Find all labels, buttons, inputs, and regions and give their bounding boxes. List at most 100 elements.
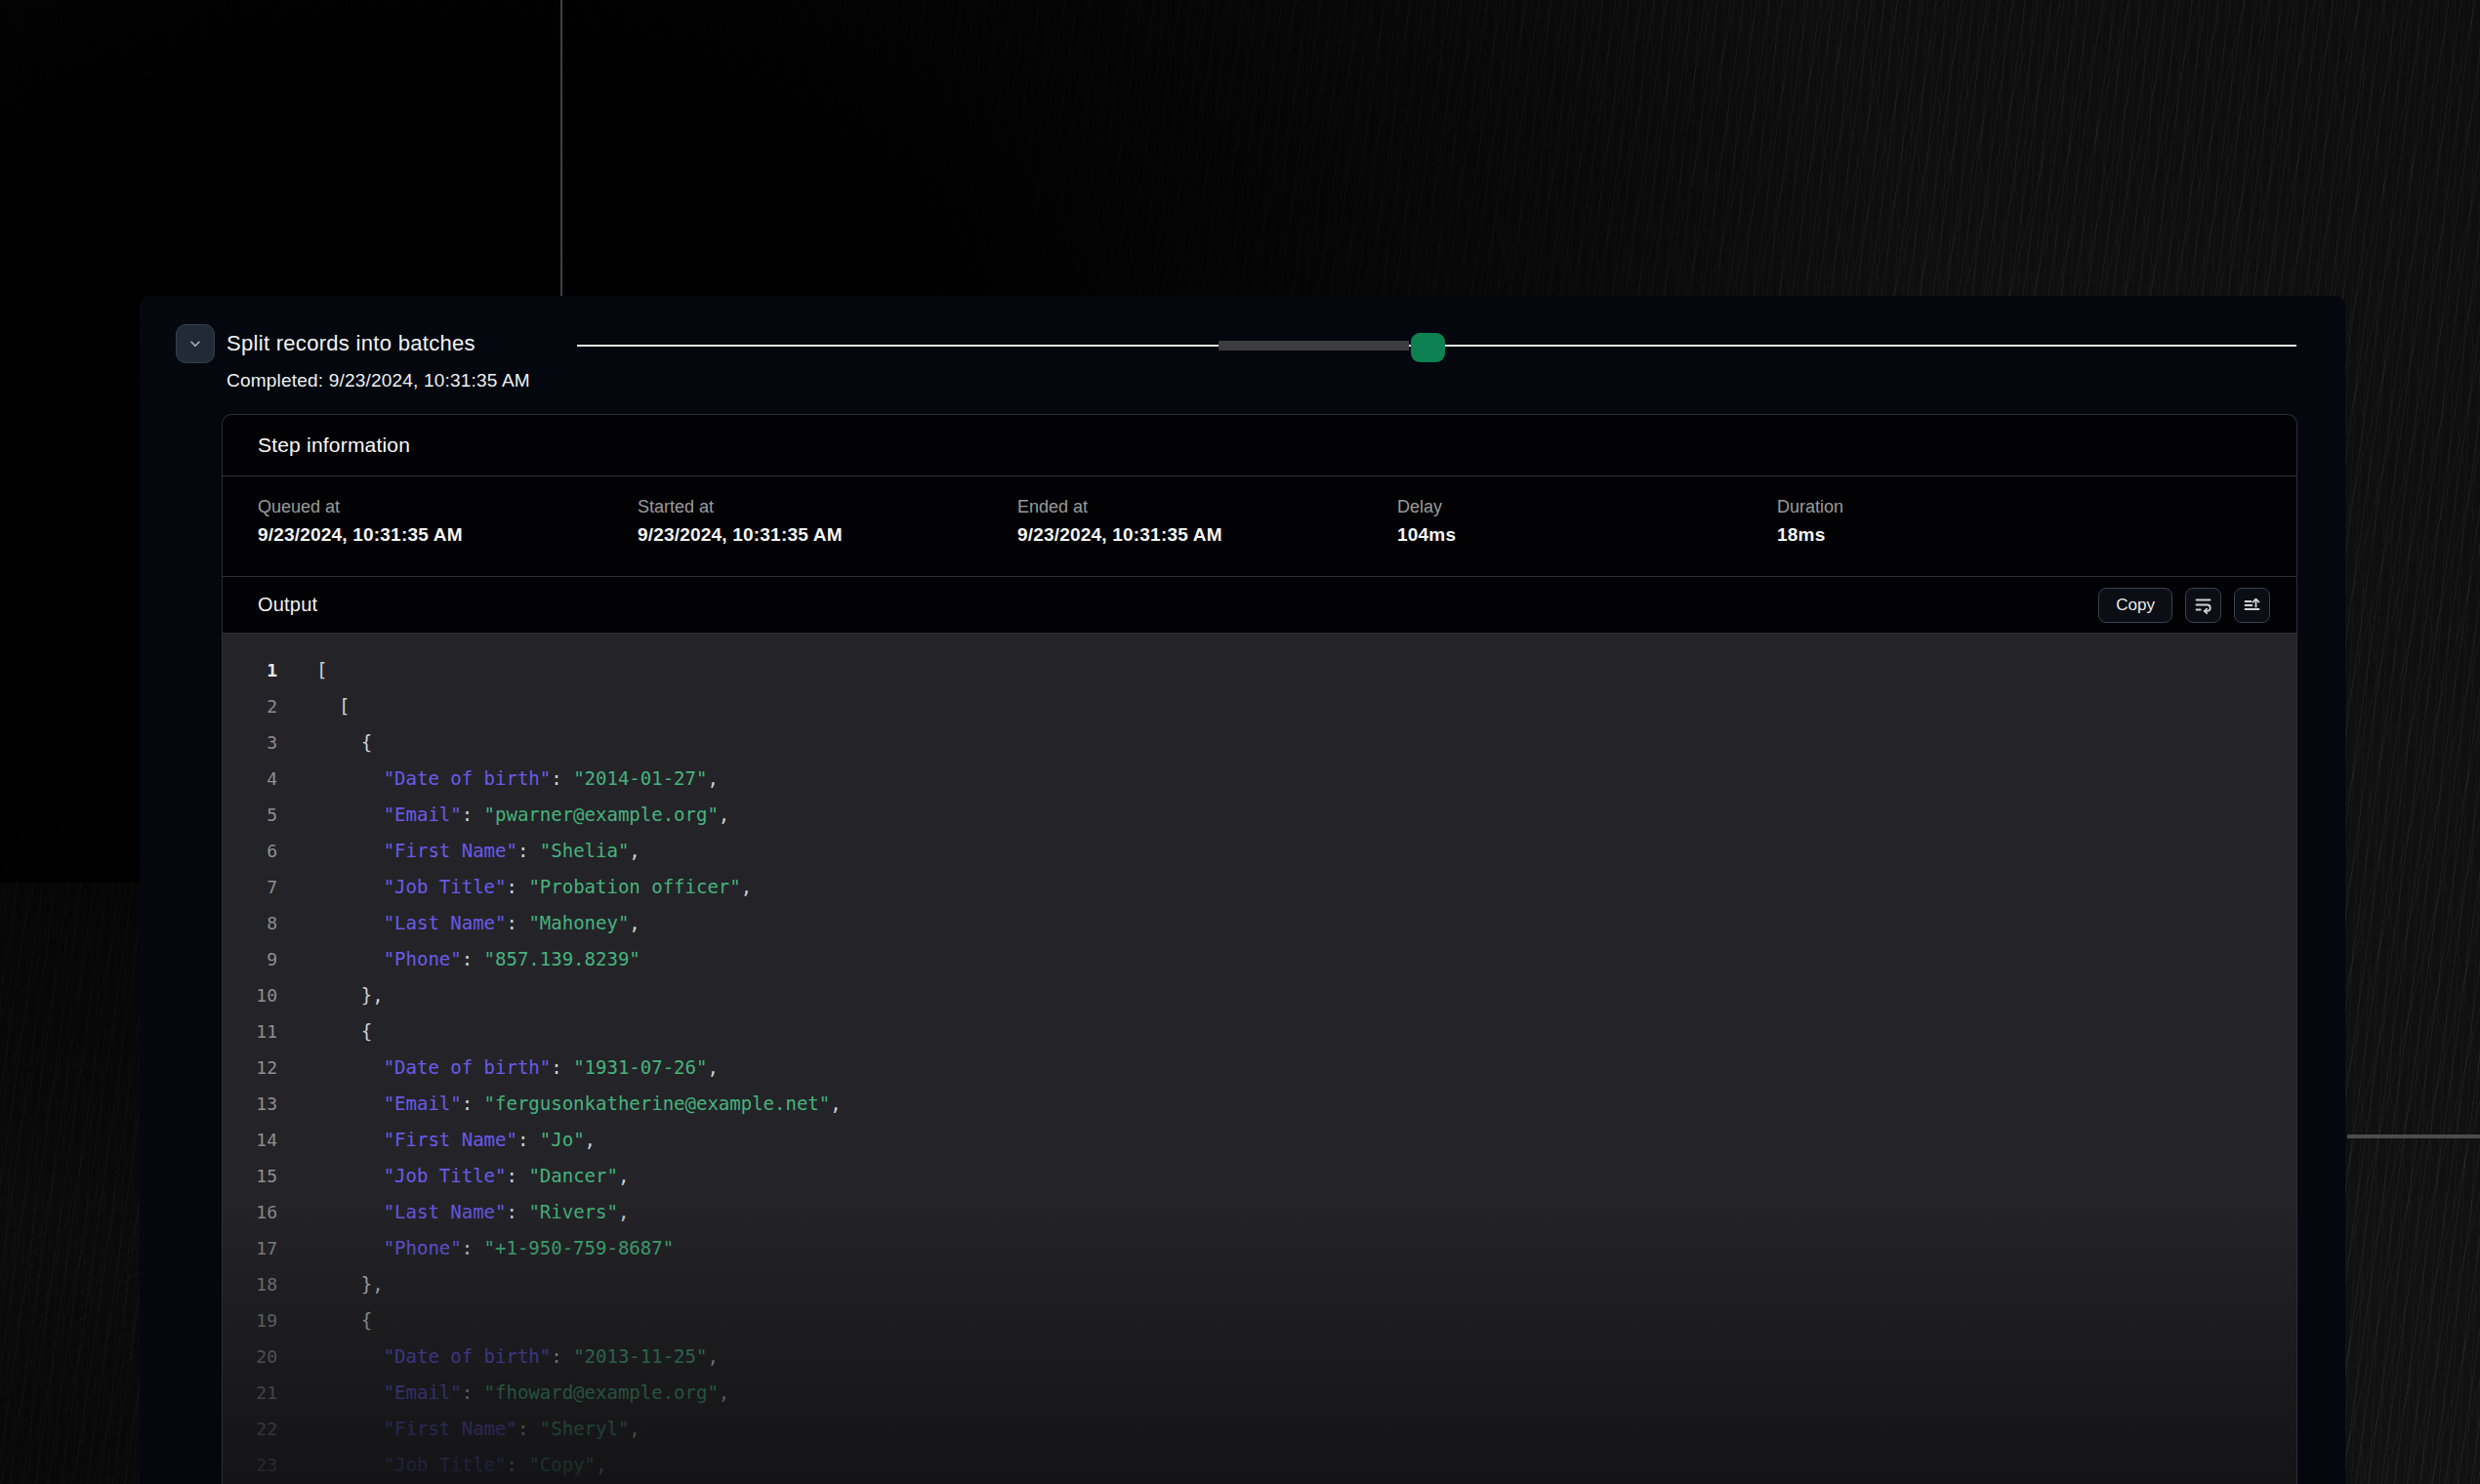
copy-output-button[interactable]: Copy <box>2098 588 2172 623</box>
code-line: 10 }, <box>223 977 2296 1013</box>
code-line: 20 "Date of birth": "2013-11-25", <box>223 1339 2296 1375</box>
info-field-value: 9/23/2024, 10:31:35 AM <box>1017 524 1397 546</box>
info-field-value: 104ms <box>1397 524 1777 546</box>
code-line-text: "First Name": "Shelia", <box>316 833 641 869</box>
info-field: Ended at 9/23/2024, 10:31:35 AM <box>1017 497 1397 576</box>
line-number: 16 <box>223 1194 277 1230</box>
line-number: 5 <box>223 797 277 833</box>
code-line-text: "Date of birth": "2014-01-27", <box>316 761 719 797</box>
step-info-card: Step information Queued at9/23/2024, 10:… <box>222 414 2297 1484</box>
line-number: 9 <box>223 941 277 977</box>
info-field-label: Queued at <box>258 497 638 517</box>
step-title: Split records into batches <box>227 331 475 356</box>
code-line-text: "Job Title": "Copy", <box>316 1447 606 1483</box>
timeline-slider[interactable] <box>577 321 2296 360</box>
code-line: 21 "Email": "fhoward@example.org", <box>223 1375 2296 1411</box>
code-line-text: { <box>316 724 372 761</box>
step-info-header: Step information <box>223 415 2296 476</box>
code-line: 17 "Phone": "+1-950-759-8687" <box>223 1230 2296 1266</box>
step-status: Completed: 9/23/2024, 10:31:35 AM <box>227 370 530 392</box>
info-field-label: Duration <box>1777 497 2157 517</box>
info-field: Queued at 9/23/2024, 10:31:35 AM <box>258 497 638 576</box>
code-line-text: "Email": "fhoward@example.org", <box>316 1375 729 1411</box>
code-line-text: "Job Title": "Dancer", <box>316 1158 629 1194</box>
line-number: 12 <box>223 1050 277 1086</box>
output-code-viewer[interactable]: 1[2 [3 {4 "Date of birth": "2014-01-27",… <box>223 634 2296 1484</box>
code-line: 16 "Last Name": "Rivers", <box>223 1194 2296 1230</box>
code-line: 18 }, <box>223 1266 2296 1302</box>
line-number: 14 <box>223 1122 277 1158</box>
line-number: 18 <box>223 1266 277 1302</box>
code-line-text: }, <box>316 1266 384 1302</box>
code-line: 12 "Date of birth": "1931-07-26", <box>223 1050 2296 1086</box>
code-line-text: "Date of birth": "1931-07-26", <box>316 1050 719 1086</box>
code-line-text: "First Name": "Sheryl", <box>316 1411 641 1447</box>
code-line: 3 { <box>223 724 2296 761</box>
line-number: 21 <box>223 1375 277 1411</box>
output-actions: Copy <box>2098 588 2270 623</box>
code-line: 19 { <box>223 1302 2296 1339</box>
wrap-text-button[interactable] <box>2185 588 2221 623</box>
code-line: 5 "Email": "pwarner@example.org", <box>223 797 2296 833</box>
code-line: 8 "Last Name": "Mahoney", <box>223 905 2296 941</box>
code-line-text: [ <box>316 652 327 688</box>
line-number: 11 <box>223 1013 277 1050</box>
wrap-text-icon <box>2193 595 2213 615</box>
code-line-text: "Last Name": "Mahoney", <box>316 905 641 941</box>
code-line-text: "Phone": "857.139.8239" <box>316 941 641 977</box>
line-number: 10 <box>223 977 277 1013</box>
output-json: 1[2 [3 {4 "Date of birth": "2014-01-27",… <box>223 634 2296 1484</box>
info-field-label: Started at <box>638 497 1017 517</box>
code-line: 23 "Job Title": "Copy", <box>223 1447 2296 1483</box>
code-line-text: "Email": "fergusonkatherine@example.net"… <box>316 1086 842 1122</box>
line-number: 13 <box>223 1086 277 1122</box>
line-number: 1 <box>223 652 277 688</box>
info-field-value: 9/23/2024, 10:31:35 AM <box>638 524 1017 546</box>
step-info-fields: Queued at9/23/2024, 10:31:35 AMStarted a… <box>223 476 2296 577</box>
line-number: 2 <box>223 688 277 724</box>
code-line: 9 "Phone": "857.139.8239" <box>223 941 2296 977</box>
info-field-value: 18ms <box>1777 524 2157 546</box>
info-field-label: Ended at <box>1017 497 1397 517</box>
output-header: Output Copy <box>223 577 2296 634</box>
step-detail-panel: Split records into batches Completed: 9/… <box>140 296 2345 1484</box>
line-number: 20 <box>223 1339 277 1375</box>
scroll-to-top-button[interactable] <box>2234 588 2270 623</box>
line-number: 17 <box>223 1230 277 1266</box>
collapse-step-button[interactable] <box>176 324 215 363</box>
line-number: 22 <box>223 1411 277 1447</box>
info-field: Started at 9/23/2024, 10:31:35 AM <box>638 497 1017 576</box>
info-field-label: Delay <box>1397 497 1777 517</box>
info-field-value: 9/23/2024, 10:31:35 AM <box>258 524 638 546</box>
code-line: 15 "Job Title": "Dancer", <box>223 1158 2296 1194</box>
code-line-text: "Last Name": "Rivers", <box>316 1194 629 1230</box>
background-right-line <box>2347 1134 2480 1138</box>
code-line-text: "Phone": "+1-950-759-8687" <box>316 1230 674 1266</box>
info-field: Delay 104ms <box>1397 497 1777 576</box>
code-line-text: }, <box>316 977 384 1013</box>
code-line-text: "Job Title": "Probation officer", <box>316 869 752 905</box>
code-line-text: "Email": "pwarner@example.org", <box>316 797 729 833</box>
line-number: 19 <box>223 1302 277 1339</box>
code-line: 6 "First Name": "Shelia", <box>223 833 2296 869</box>
code-line: 2 [ <box>223 688 2296 724</box>
scroll-to-top-icon <box>2242 595 2262 615</box>
code-line-text: "Date of birth": "2013-11-25", <box>316 1339 719 1375</box>
line-number: 3 <box>223 724 277 761</box>
chevron-down-icon <box>188 337 202 350</box>
code-line: 11 { <box>223 1013 2296 1050</box>
background-left-band <box>0 398 140 883</box>
output-title: Output <box>258 594 317 616</box>
line-number: 8 <box>223 905 277 941</box>
code-line: 7 "Job Title": "Probation officer", <box>223 869 2296 905</box>
line-number: 6 <box>223 833 277 869</box>
timeline-handle[interactable] <box>1411 333 1445 362</box>
code-line: 22 "First Name": "Sheryl", <box>223 1411 2296 1447</box>
line-number: 23 <box>223 1447 277 1483</box>
line-number: 15 <box>223 1158 277 1194</box>
code-line-text: { <box>316 1013 372 1050</box>
code-line: 14 "First Name": "Jo", <box>223 1122 2296 1158</box>
line-number: 7 <box>223 869 277 905</box>
code-line-text: "First Name": "Jo", <box>316 1122 596 1158</box>
info-field: Duration 18ms <box>1777 497 2157 576</box>
